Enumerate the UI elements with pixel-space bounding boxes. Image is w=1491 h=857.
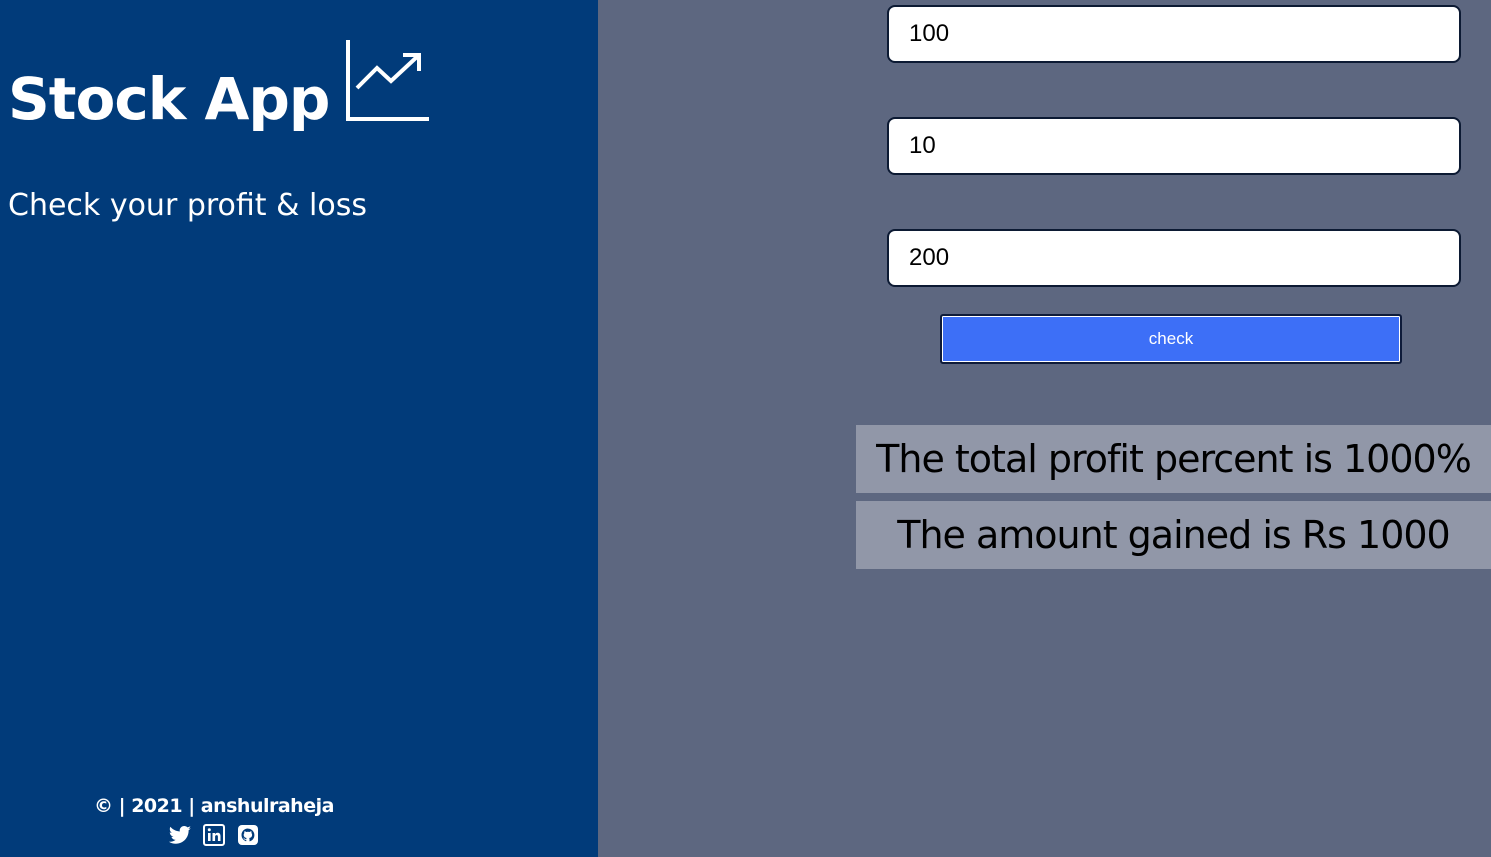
copyright-text: © | 2021 | anshulraheja <box>94 795 334 817</box>
linkedin-icon[interactable] <box>202 823 226 847</box>
app-title: Stock App <box>8 65 330 133</box>
trending-up-chart-icon <box>346 40 430 121</box>
tagline: Check your profit & loss <box>8 188 367 223</box>
page: Stock App Check your profit & loss © | 2… <box>0 0 1491 857</box>
sidebar: Stock App Check your profit & loss © | 2… <box>0 0 598 857</box>
main-panel: check The total profit percent is 1000% … <box>598 0 1491 857</box>
social-links <box>0 823 428 847</box>
initial-price-input[interactable] <box>887 5 1461 63</box>
current-price-input[interactable] <box>887 229 1461 287</box>
profit-percent-output: The total profit percent is 1000% <box>856 425 1491 493</box>
twitter-icon[interactable] <box>168 823 192 847</box>
footer: © | 2021 | anshulraheja <box>0 793 428 847</box>
check-button[interactable]: check <box>940 314 1402 364</box>
github-icon[interactable] <box>236 823 260 847</box>
amount-output: The amount gained is Rs 1000 <box>856 501 1491 569</box>
quantity-input[interactable] <box>887 117 1461 175</box>
brand: Stock App <box>8 40 430 133</box>
